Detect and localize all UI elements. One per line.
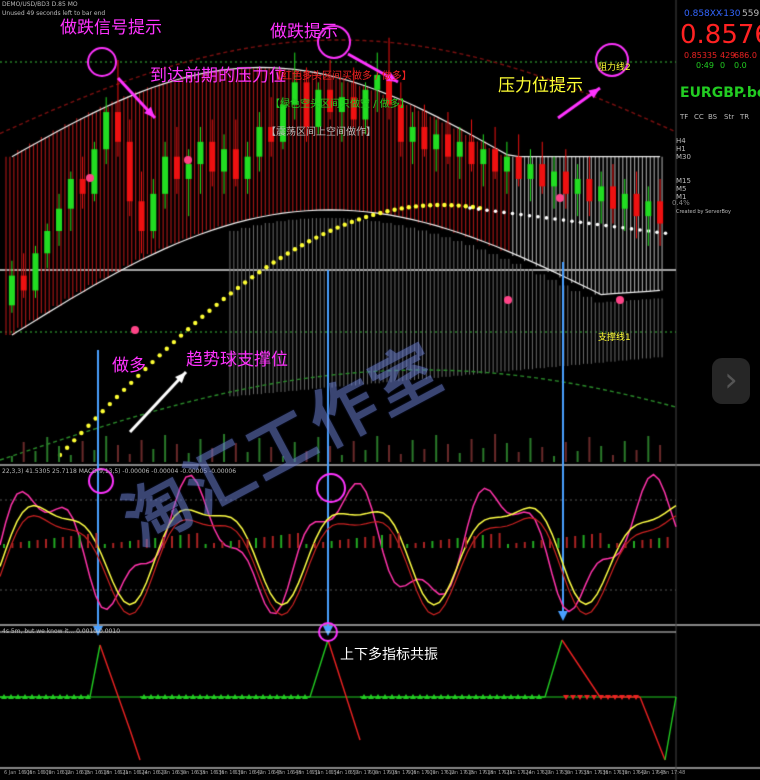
panel-low2-value-3: 0.0 (734, 61, 747, 70)
tf-col-header: TF (680, 113, 689, 121)
resistance-hint-label: 压力位提示 (498, 76, 583, 96)
tr-col-header: TR (740, 113, 750, 121)
panel-top-value-1: 0.858XX (684, 9, 723, 19)
reach-prev-resistance-label: 到达前期的压力位 (150, 66, 286, 86)
panel-low-value-3: 686.0 (734, 51, 757, 60)
chart-header-line2: Unused 49 seconds left to bar end (2, 10, 106, 17)
str-col-header: Str (724, 113, 735, 121)
symbol-info-panel: 0.858XX -130 559 0.85764 0.85335 429 686… (672, 0, 760, 240)
row-m5: M5 (676, 185, 687, 193)
sell-signal-hint-label: 做跌信号提示 (60, 18, 162, 38)
sell-hint-2-label: 做跌提示 (270, 22, 338, 42)
panel-top-value-3: 559 (742, 9, 760, 19)
support-tag: 支撑线1 (598, 333, 631, 343)
panel-low-value-1: 0.85335 (684, 51, 718, 60)
panel-low2-value-1: 0:49 (696, 61, 714, 70)
trend-support-label: 趋势球支撑位 (186, 350, 288, 370)
cc-col-header: CC (694, 113, 704, 121)
row-m15: M15 (676, 177, 691, 185)
red-zone-text: 【红色多头区间买做多 / 做多】 (272, 71, 412, 82)
time-axis-label: 6 Jan 17:48 (656, 770, 686, 776)
chart-header-line1: DEMO/USD/BD3 D.85 MO (2, 1, 78, 8)
ratio-readout: 0.4% (672, 199, 690, 207)
green-zone-text: 【绿色空头区间只做空 / 做多】 (270, 99, 410, 110)
panel-low2-value-2: 0 (720, 61, 726, 70)
buy-label: 做多 (112, 356, 146, 376)
resonance-label: 上下多指标共振 (340, 647, 438, 663)
grey-zone-text: 【震荡区间上空间做作】 (266, 127, 376, 138)
panel-credit: Created by ServerBoy (676, 209, 731, 215)
row-m30: M30 (676, 153, 691, 161)
current-price: 0.85764 (680, 20, 760, 50)
panel-low-value-2: 429 (720, 51, 736, 60)
resistance-tag-top: 阻力线2 (598, 63, 631, 73)
symbol-name[interactable]: EURGBP.bo (680, 86, 760, 100)
signal-header: 4s 5m, but we know it... 0.0010 0.0010 (2, 628, 121, 635)
chevron-right-icon[interactable]: › (712, 358, 750, 404)
row-h4: H4 (676, 137, 686, 145)
row-h1: H1 (676, 145, 686, 153)
panel-top-value-2: -130 (720, 9, 741, 19)
bs-col-header: BS (708, 113, 718, 121)
